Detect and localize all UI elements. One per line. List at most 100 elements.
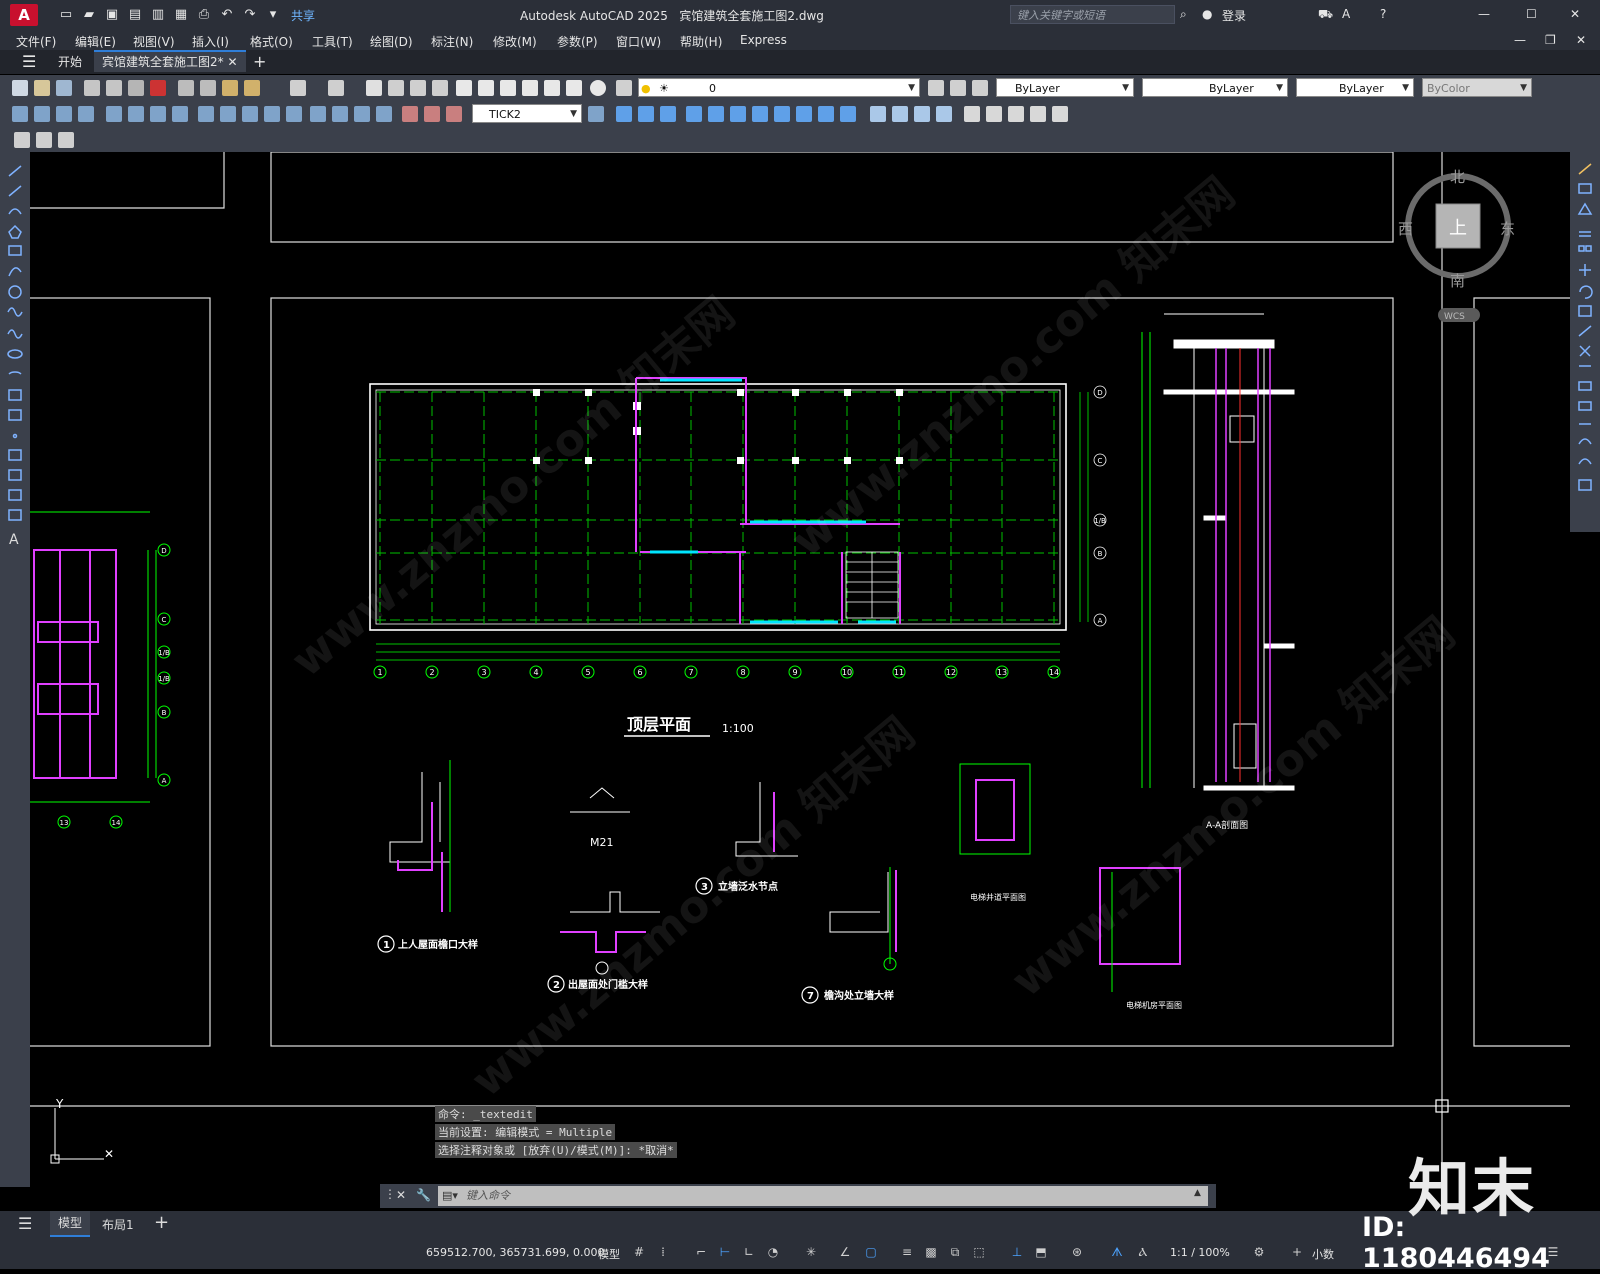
dimstyle-dropdown[interactable]: TICK2 ▼ — [472, 104, 582, 123]
preview-icon[interactable] — [106, 80, 122, 96]
view-top-icon[interactable] — [616, 106, 632, 122]
object-snap-tracking-icon[interactable]: ∠ — [838, 1245, 852, 1259]
dim-arc-icon[interactable] — [56, 106, 72, 122]
dim-radius-icon[interactable] — [106, 106, 122, 122]
dim-diameter-icon[interactable] — [150, 106, 166, 122]
properties-icon[interactable] — [456, 80, 472, 96]
qnew-icon[interactable] — [12, 80, 28, 96]
center-mark-icon[interactable] — [332, 106, 348, 122]
menu-format[interactable]: 格式(O) — [250, 33, 293, 50]
color-dropdown[interactable]: ByLayer ▼ — [996, 78, 1134, 97]
ucs-face-icon[interactable] — [1030, 106, 1046, 122]
plot-preview-icon[interactable]: ▦ — [173, 7, 189, 23]
linetype-dropdown[interactable]: ByLayer ▼ — [1142, 78, 1288, 97]
tolerance-icon[interactable] — [310, 106, 326, 122]
open-icon[interactable] — [34, 80, 50, 96]
view-cube[interactable]: 上 北 南 东 西 WCS — [1398, 168, 1515, 322]
dim-jogged-icon[interactable] — [128, 106, 144, 122]
publish-icon[interactable]: ▥ — [150, 7, 166, 23]
sheet-set-icon[interactable] — [522, 80, 538, 96]
login-button[interactable]: 登录 — [1222, 7, 1246, 24]
block-editor-icon[interactable] — [14, 132, 30, 148]
menu-tools[interactable]: 工具(T) — [312, 33, 353, 50]
undo-icon-2[interactable] — [290, 80, 306, 96]
tab-model[interactable]: 模型 — [50, 1211, 91, 1237]
shade-3d-icon[interactable] — [892, 106, 908, 122]
lineweight-icon[interactable]: ≡ — [900, 1245, 914, 1259]
dynamic-ucs-icon[interactable]: ⊥ — [1010, 1245, 1024, 1259]
dynamic-input-icon[interactable]: ⊢ — [718, 1245, 732, 1259]
view-back-icon[interactable] — [730, 106, 746, 122]
view-se-iso-icon[interactable] — [774, 106, 790, 122]
dim-break-icon[interactable] — [286, 106, 302, 122]
menu-edit[interactable]: 编辑(E) — [75, 33, 116, 50]
gizmo-icon[interactable]: ⊛ — [1070, 1245, 1084, 1259]
dim-update-icon[interactable] — [446, 106, 462, 122]
units-dropdown[interactable]: 小数 — [1312, 1246, 1334, 1262]
menu-window[interactable]: 窗口(W) — [616, 33, 661, 50]
minimize-icon[interactable]: — — [1478, 7, 1490, 21]
menu-draw[interactable]: 绘图(D) — [370, 33, 413, 50]
layer-properties-icon[interactable] — [616, 80, 632, 96]
match-prop-icon[interactable] — [244, 80, 260, 96]
zoom-previous-icon[interactable] — [432, 80, 448, 96]
layout-menu-icon[interactable]: ☰ — [18, 1214, 32, 1233]
ucs-icon[interactable] — [964, 106, 980, 122]
jogged-linear-icon[interactable] — [376, 106, 392, 122]
zoom-realtime-icon[interactable] — [388, 80, 404, 96]
view-bottom-icon[interactable] — [638, 106, 654, 122]
lineweight-dropdown[interactable]: ByLayer ▼ — [1296, 78, 1414, 97]
doc-minimize-icon[interactable]: — — [1514, 33, 1526, 47]
workspace-gear-icon[interactable]: ⚙ — [1252, 1245, 1266, 1259]
add-layout-icon[interactable]: + — [154, 1212, 169, 1233]
tab-close-icon[interactable]: ✕ — [227, 55, 237, 69]
insert-block-icon[interactable] — [36, 132, 52, 148]
annotation-visibility-icon[interactable]: ᗑ — [1110, 1245, 1124, 1259]
dim-angular-icon[interactable] — [172, 106, 188, 122]
view-sw-iso-icon[interactable] — [752, 106, 768, 122]
cut-icon[interactable] — [178, 80, 194, 96]
customize-icon[interactable]: ▾ — [265, 7, 281, 23]
cmd-recent-icon[interactable]: ▤▾ — [442, 1189, 458, 1202]
draw-tools[interactable]: A — [0, 152, 30, 592]
coordinate-display[interactable]: 659512.700, 365731.699, 0.000 — [426, 1246, 604, 1259]
model-space-toggle[interactable]: 模型 — [598, 1246, 620, 1262]
dim-continue-icon[interactable] — [242, 106, 258, 122]
infer-constraints-icon[interactable]: ⌐ — [694, 1245, 708, 1259]
redo-icon[interactable]: ↷ — [242, 7, 258, 23]
new-file-icon[interactable]: ▭ — [58, 7, 74, 23]
object-snap-icon[interactable]: ▢ — [864, 1245, 878, 1259]
open-file-icon[interactable]: ▰ — [81, 7, 97, 23]
inspect-icon[interactable] — [354, 106, 370, 122]
view-ne-iso-icon[interactable] — [796, 106, 812, 122]
grid-icon[interactable]: # — [632, 1245, 646, 1259]
cart-icon[interactable]: ⛟ — [1318, 7, 1333, 23]
menu-dimension[interactable]: 标注(N) — [431, 33, 473, 50]
close-icon[interactable]: ✕ — [1570, 7, 1580, 21]
menu-view[interactable]: 视图(V) — [133, 33, 175, 50]
selection-filter-icon[interactable]: ⬒ — [1034, 1245, 1048, 1259]
isodraft-icon[interactable]: ✳ — [804, 1245, 818, 1259]
annotation-monitor-icon[interactable]: + — [1290, 1245, 1304, 1259]
print-icon[interactable]: ⎙ — [196, 7, 212, 23]
menu-help[interactable]: 帮助(H) — [680, 33, 722, 50]
selection-cycling-icon[interactable]: ⧉ — [948, 1245, 962, 1259]
pan-icon[interactable] — [366, 80, 382, 96]
cmd-expand-icon[interactable]: ▲ — [1194, 1188, 1201, 1198]
cmd-close-icon[interactable]: ✕ — [396, 1188, 406, 1202]
menu-file[interactable]: 文件(F) — [16, 33, 56, 50]
view-left-icon[interactable] — [660, 106, 676, 122]
share-button[interactable]: 共享 — [291, 7, 315, 24]
tab-layout1[interactable]: 布局1 — [102, 1216, 134, 1233]
menu-express[interactable]: Express — [740, 33, 787, 47]
menu-parametric[interactable]: 参数(P) — [557, 33, 598, 50]
publish-icon-2[interactable] — [128, 80, 144, 96]
save-icon-2[interactable] — [56, 80, 72, 96]
polar-icon[interactable]: ◔ — [766, 1245, 780, 1259]
realistic-icon[interactable] — [936, 106, 952, 122]
copy-icon[interactable] — [200, 80, 216, 96]
auto-scale-icon[interactable]: Ⲁ — [1136, 1245, 1150, 1259]
modify-tools[interactable] — [1570, 152, 1600, 532]
design-center-icon[interactable] — [478, 80, 494, 96]
markup-icon[interactable] — [544, 80, 560, 96]
